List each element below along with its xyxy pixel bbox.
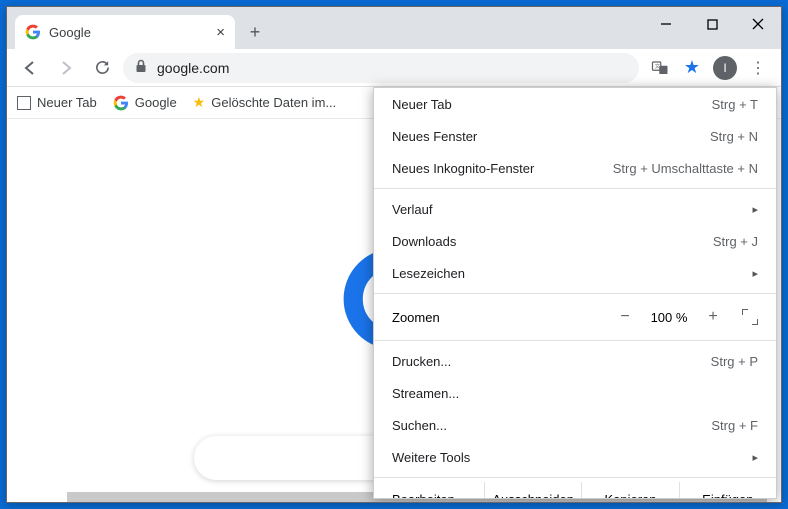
menu-cast[interactable]: Streamen... [374, 377, 776, 409]
menu-separator [374, 293, 776, 294]
svg-text:文: 文 [655, 62, 661, 70]
bookmark-deleted-data[interactable]: ★ Gelöschte Daten im... [193, 94, 337, 111]
menu-button[interactable]: ⋮ [743, 58, 773, 78]
edit-label: Bearbeiten [374, 482, 484, 499]
google-favicon-icon [113, 95, 129, 111]
bookmark-google[interactable]: Google [113, 95, 177, 111]
close-tab-icon[interactable]: × [216, 24, 225, 41]
edit-cut-button[interactable]: Ausschneiden [484, 482, 581, 499]
minimize-button[interactable] [643, 7, 689, 41]
menu-print[interactable]: Drucken... Strg + P [374, 345, 776, 377]
menu-more-tools[interactable]: Weitere Tools [374, 441, 776, 473]
lock-icon [135, 59, 147, 76]
browser-window: Google × + google.com 文 ★ I ⋮ [6, 6, 782, 503]
bookmark-star-icon[interactable]: ★ [677, 53, 707, 83]
menu-zoom: Zoomen − 100 % + [374, 298, 776, 336]
menu-separator [374, 340, 776, 341]
tab-title: Google [49, 25, 91, 40]
toolbar-right: 文 ★ I ⋮ [645, 53, 773, 83]
menu-downloads[interactable]: Downloads Strg + J [374, 225, 776, 257]
window-controls [643, 7, 781, 41]
menu-bookmarks[interactable]: Lesezeichen [374, 257, 776, 289]
back-button[interactable] [15, 53, 45, 83]
main-menu: Neuer Tab Strg + T Neues Fenster Strg + … [373, 87, 777, 499]
new-tab-button[interactable]: + [241, 18, 269, 46]
star-icon: ★ [193, 94, 206, 111]
toolbar: google.com 文 ★ I ⋮ [7, 49, 781, 87]
fullscreen-icon[interactable] [742, 309, 758, 325]
menu-new-window[interactable]: Neues Fenster Strg + N [374, 120, 776, 152]
menu-separator [374, 188, 776, 189]
zoom-in-button[interactable]: + [700, 304, 726, 330]
zoom-value: 100 % [644, 310, 694, 325]
menu-new-incognito[interactable]: Neues Inkognito-Fenster Strg + Umschaltt… [374, 152, 776, 184]
zoom-out-button[interactable]: − [612, 304, 638, 330]
menu-history[interactable]: Verlauf [374, 193, 776, 225]
menu-edit-row: Bearbeiten Ausschneiden Kopieren Einfüge… [374, 482, 776, 499]
bookmark-new-tab[interactable]: Neuer Tab [17, 95, 97, 110]
edit-copy-button[interactable]: Kopieren [581, 482, 678, 499]
page-icon [17, 96, 31, 110]
profile-avatar[interactable]: I [713, 56, 737, 80]
menu-separator [374, 477, 776, 478]
address-bar[interactable]: google.com [123, 53, 639, 83]
zoom-label: Zoomen [392, 310, 606, 325]
maximize-button[interactable] [689, 7, 735, 41]
menu-new-tab[interactable]: Neuer Tab Strg + T [374, 88, 776, 120]
forward-button[interactable] [51, 53, 81, 83]
google-favicon-icon [25, 24, 41, 40]
reload-button[interactable] [87, 53, 117, 83]
edit-paste-button[interactable]: Einfügen [679, 482, 776, 499]
active-tab[interactable]: Google × [15, 15, 235, 49]
url-text: google.com [157, 60, 229, 76]
translate-icon[interactable]: 文 [645, 53, 675, 83]
menu-find[interactable]: Suchen... Strg + F [374, 409, 776, 441]
close-window-button[interactable] [735, 7, 781, 41]
